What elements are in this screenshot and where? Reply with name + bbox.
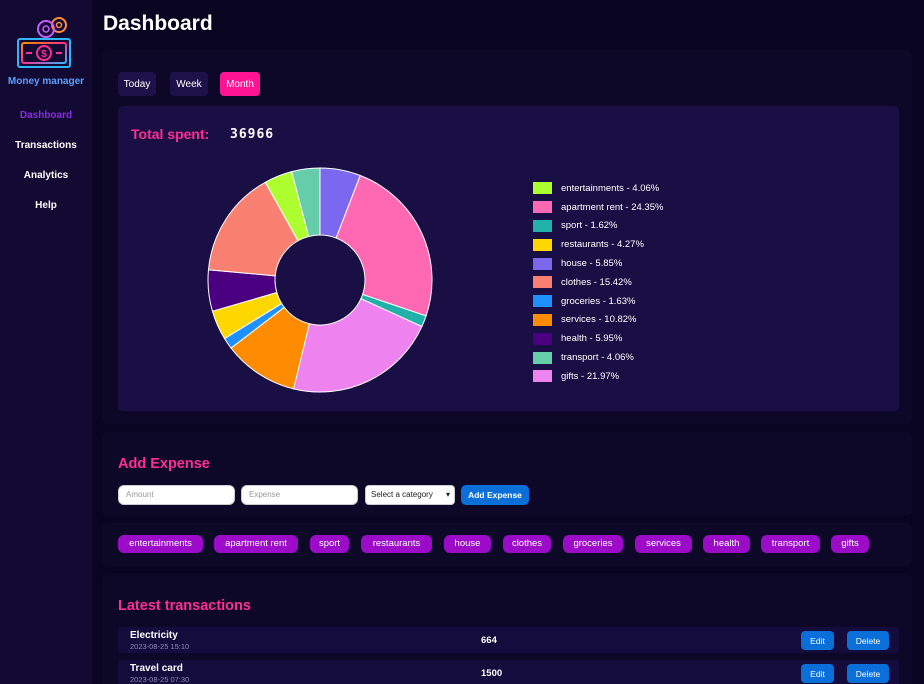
legend-label: clothes - 15.42%: [561, 276, 632, 288]
chip-apartment-rent[interactable]: apartment rent: [214, 535, 298, 553]
total-spent-label: Total spent:: [131, 126, 210, 142]
category-select[interactable]: Select a category ▾: [365, 485, 455, 505]
legend-label: services - 10.82%: [561, 314, 637, 326]
transaction-amount: 1500: [481, 668, 503, 679]
transaction-row: Travel card 2023-08-25 07:30 1500 Edit D…: [118, 660, 899, 684]
delete-button[interactable]: Delete: [847, 664, 889, 683]
transactions-panel: Latest transactions Electricity 2023-08-…: [102, 573, 912, 684]
transaction-amount: 664: [481, 635, 497, 646]
category-chips-panel: entertainments apartment rent sport rest…: [102, 523, 912, 566]
transaction-row: Electricity 2023-08-25 15:10 664 Edit De…: [118, 627, 899, 653]
legend-item: entertainments - 4.06%: [533, 179, 663, 198]
edit-button[interactable]: Edit: [801, 631, 834, 650]
svg-text:$: $: [41, 49, 47, 60]
legend-label: transport - 4.06%: [561, 352, 634, 364]
expense-donut-chart: [207, 167, 433, 393]
legend-label: entertainments - 4.06%: [561, 182, 660, 194]
chip-transport[interactable]: transport: [761, 535, 820, 553]
legend-item: health - 5.95%: [533, 329, 663, 348]
transaction-name: Electricity: [130, 630, 178, 641]
add-expense-button[interactable]: Add Expense: [461, 485, 529, 505]
legend-item: house - 5.85%: [533, 254, 663, 273]
transaction-date: 2023-08-25 07:30: [130, 675, 190, 684]
chip-gifts[interactable]: gifts: [831, 535, 869, 553]
nav-analytics[interactable]: Analytics: [0, 170, 92, 181]
legend-item: gifts - 21.97%: [533, 367, 663, 386]
main-content: Dashboard Today Week Month Total spent: …: [92, 0, 924, 684]
chip-entertainments[interactable]: entertainments: [118, 535, 203, 553]
page-title: Dashboard: [103, 12, 213, 35]
legend-swatch: [533, 370, 552, 383]
legend-swatch: [533, 238, 552, 251]
legend-item: services - 10.82%: [533, 311, 663, 330]
legend-swatch: [533, 313, 552, 326]
chip-restaurants[interactable]: restaurants: [361, 535, 432, 553]
money-gear-logo-icon: $: [17, 17, 71, 68]
legend-item: groceries - 1.63%: [533, 292, 663, 311]
legend-swatch: [533, 276, 552, 289]
category-select-value: Select a category: [371, 490, 433, 499]
legend-label: sport - 1.62%: [561, 220, 618, 232]
legend-swatch: [533, 201, 552, 214]
legend-swatch: [533, 182, 552, 195]
legend-swatch: [533, 351, 552, 364]
edit-button[interactable]: Edit: [801, 664, 834, 683]
transactions-title: Latest transactions: [118, 598, 251, 614]
expense-input[interactable]: Expense: [241, 485, 358, 505]
chip-sport[interactable]: sport: [310, 535, 349, 553]
legend-label: gifts - 21.97%: [561, 370, 620, 382]
chart-card: Total spent: 36966 entertainments - 4.06…: [118, 106, 899, 411]
delete-button[interactable]: Delete: [847, 631, 889, 650]
legend-swatch: [533, 332, 552, 345]
nav-dashboard[interactable]: Dashboard: [0, 110, 92, 121]
add-expense-panel: Add Expense Amount Expense Select a cate…: [102, 432, 912, 516]
chart-legend: entertainments - 4.06% apartment rent - 2…: [533, 179, 663, 386]
legend-swatch: [533, 219, 552, 232]
transaction-date: 2023-08-25 15:10: [130, 642, 190, 651]
legend-label: health - 5.95%: [561, 333, 623, 345]
legend-label: apartment rent - 24.35%: [561, 201, 664, 213]
brand-name: Money manager: [7, 76, 85, 87]
legend-swatch: [533, 295, 552, 308]
legend-item: restaurants - 4.27%: [533, 235, 663, 254]
sidebar: $ Money manager Dashboard Transactions A…: [0, 0, 92, 684]
period-week-button[interactable]: Week: [170, 72, 208, 96]
amount-input[interactable]: Amount: [118, 485, 235, 505]
chip-services[interactable]: services: [635, 535, 692, 553]
add-expense-title: Add Expense: [118, 456, 210, 472]
chip-health[interactable]: health: [703, 535, 750, 553]
legend-item: apartment rent - 24.35%: [533, 198, 663, 217]
legend-item: transport - 4.06%: [533, 348, 663, 367]
legend-label: groceries - 1.63%: [561, 295, 636, 307]
legend-item: clothes - 15.42%: [533, 273, 663, 292]
chip-groceries[interactable]: groceries: [563, 535, 623, 553]
legend-swatch: [533, 257, 552, 270]
nav-transactions[interactable]: Transactions: [0, 140, 92, 151]
total-spent-value: 36966: [230, 127, 275, 142]
period-today-button[interactable]: Today: [118, 72, 156, 96]
chevron-down-icon: ▾: [445, 490, 450, 499]
legend-item: sport - 1.62%: [533, 217, 663, 236]
legend-label: house - 5.85%: [561, 258, 623, 270]
period-month-button[interactable]: Month: [220, 72, 260, 96]
transaction-name: Travel card: [130, 663, 183, 674]
chip-house[interactable]: house: [444, 535, 491, 553]
summary-panel: Today Week Month Total spent: 36966 ente…: [102, 50, 912, 424]
nav-help[interactable]: Help: [0, 200, 92, 211]
legend-label: restaurants - 4.27%: [561, 239, 644, 251]
chip-clothes[interactable]: clothes: [503, 535, 551, 553]
